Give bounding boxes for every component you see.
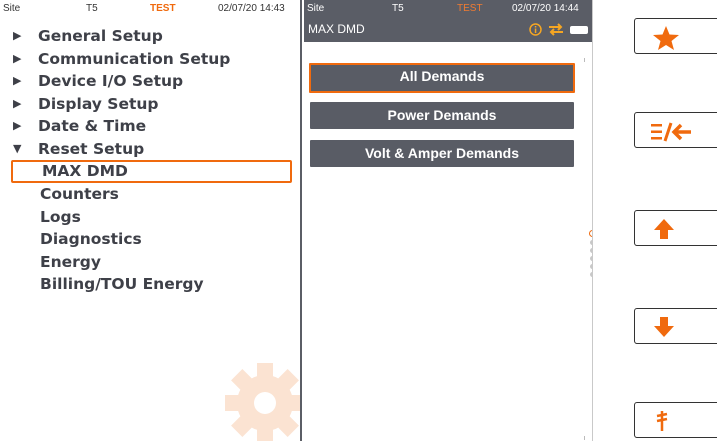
- transfer-arrows-icon: [549, 23, 563, 36]
- menu-item-label: General Setup: [38, 27, 163, 45]
- submenu-item-label: Logs: [40, 207, 81, 226]
- menu-item-label: Reset Setup: [38, 139, 145, 158]
- scroll-tick: [584, 58, 585, 62]
- menu-back-icon: [651, 122, 691, 142]
- submenu-item-energy[interactable]: Energy: [0, 251, 300, 274]
- device-label: T5: [392, 3, 404, 14]
- screen-title: MAX DMD: [308, 22, 365, 36]
- all-demands-button[interactable]: All Demands: [309, 63, 575, 93]
- gear-watermark-icon: [225, 363, 300, 441]
- submenu-item-diagnostics[interactable]: Diagnostics: [0, 228, 300, 251]
- favorite-hw-button[interactable]: [634, 18, 717, 54]
- menu-item-date-time[interactable]: ▶ Date & Time: [0, 115, 300, 138]
- menu-item-label: Display Setup: [38, 94, 159, 113]
- menu-item-label: Date & Time: [38, 117, 147, 135]
- device-label: T5: [86, 3, 98, 14]
- menu-item-general-setup[interactable]: ▶ General Setup: [0, 25, 300, 48]
- power-hw-button[interactable]: [634, 402, 717, 438]
- menu-tree: ▶ General Setup ▶ Communication Setup ▶ Dev…: [0, 25, 300, 296]
- caret-right-icon: ▶: [13, 74, 22, 87]
- submenu-item-label: MAX DMD: [42, 162, 128, 180]
- menu-back-hw-button[interactable]: [634, 112, 717, 148]
- site-label: Site: [3, 3, 21, 14]
- datetime-label: 02/07/20 14:43: [218, 3, 285, 14]
- up-hw-button[interactable]: [634, 210, 717, 246]
- menu-item-communication-setup[interactable]: ▶ Communication Setup: [0, 48, 300, 71]
- mode-label: TEST: [150, 3, 176, 14]
- page-dot: [589, 240, 592, 245]
- battery-icon: [570, 25, 588, 34]
- submenu-item-label: Billing/TOU Energy: [40, 275, 204, 293]
- star-icon: [653, 26, 679, 50]
- submenu-item-billing-tou-energy[interactable]: Billing/TOU Energy: [0, 273, 300, 296]
- page-indicator: [588, 230, 592, 280]
- caret-right-icon: ▶: [13, 29, 22, 42]
- caret-right-icon: ▶: [13, 119, 22, 132]
- caret-right-icon: ▶: [13, 51, 22, 65]
- volt-amper-demands-button[interactable]: Volt & Amper Demands: [310, 140, 574, 167]
- down-hw-button[interactable]: [634, 308, 717, 344]
- submenu-item-max-dmd[interactable]: MAX DMD: [11, 160, 292, 183]
- power-demands-button[interactable]: Power Demands: [310, 102, 574, 129]
- arrow-down-icon: [654, 317, 674, 337]
- submenu-item-label: Counters: [40, 185, 119, 203]
- scroll-tick: [584, 436, 585, 440]
- menu-panel: Site T5 TEST 02/07/20 14:43 ▶ General Set…: [0, 0, 302, 441]
- max-dmd-panel: Site T5 TEST 02/07/20 14:44 MAX DMD All …: [304, 0, 593, 441]
- page-dot: [589, 272, 592, 277]
- status-bar: Site T5 TEST 02/07/20 14:44: [304, 0, 592, 17]
- plug-icon: [656, 411, 668, 431]
- page-dot: [589, 264, 592, 269]
- datetime-label: 02/07/20 14:44: [512, 3, 579, 14]
- info-icon[interactable]: [529, 23, 542, 36]
- screen-title-bar: MAX DMD: [304, 17, 592, 42]
- caret-down-icon: ▼: [13, 141, 22, 155]
- submenu-item-logs[interactable]: Logs: [0, 206, 300, 229]
- status-bar: Site T5 TEST 02/07/20 14:43: [0, 0, 300, 17]
- menu-item-reset-setup[interactable]: ▼ Reset Setup: [0, 138, 300, 161]
- page-dot-active: [588, 230, 592, 237]
- submenu-item-label: Diagnostics: [40, 230, 142, 248]
- menu-item-display-setup[interactable]: ▶ Display Setup: [0, 93, 300, 116]
- arrow-up-icon: [654, 219, 674, 239]
- caret-right-icon: ▶: [13, 96, 22, 110]
- mode-label: TEST: [457, 3, 483, 14]
- menu-item-label: Device I/O Setup: [38, 72, 184, 90]
- submenu-item-label: Energy: [40, 252, 101, 271]
- menu-item-label: Communication Setup: [38, 49, 231, 68]
- page-dot: [589, 248, 592, 253]
- page-dot: [589, 256, 592, 261]
- submenu-item-counters[interactable]: Counters: [0, 183, 300, 206]
- site-label: Site: [307, 3, 325, 14]
- menu-item-device-io-setup[interactable]: ▶ Device I/O Setup: [0, 70, 300, 93]
